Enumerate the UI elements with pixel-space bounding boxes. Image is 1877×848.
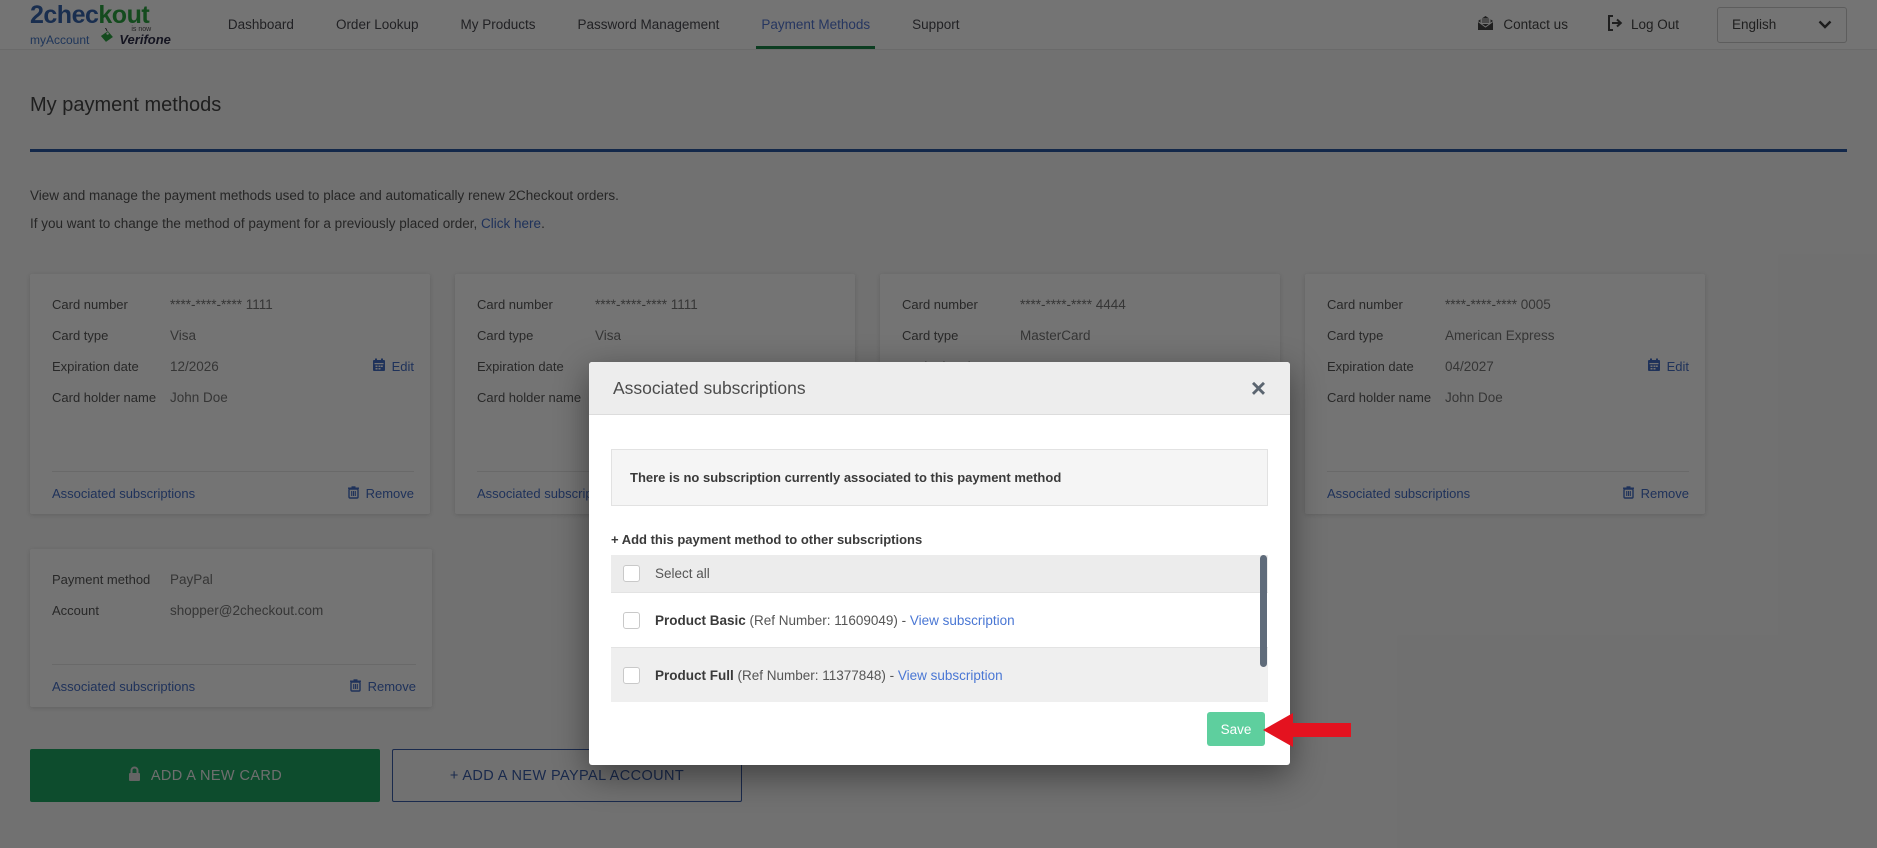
subscription-name: Product Full — [655, 667, 734, 683]
subscription-checkbox[interactable] — [623, 666, 640, 684]
view-subscription-link[interactable]: View subscription — [910, 613, 1015, 628]
payment-methods-page: 2checkout myAccount is now Verifone Dash… — [0, 0, 1877, 848]
close-icon[interactable]: × — [1251, 375, 1266, 401]
no-subscription-message: There is no subscription currently assoc… — [611, 449, 1268, 506]
subscription-ref: (Ref Number: 11609049) - — [745, 612, 910, 628]
subscription-row-product-basic: Product Basic (Ref Number: 11609049) - V… — [611, 592, 1268, 647]
subscription-row-product-full: Product Full (Ref Number: 11377848) - Vi… — [611, 647, 1268, 702]
subscription-checkbox[interactable] — [623, 611, 640, 629]
select-all-label: Select all — [655, 566, 710, 581]
add-to-subscriptions-note: + Add this payment method to other subsc… — [611, 532, 923, 547]
save-button[interactable]: Save — [1207, 712, 1265, 746]
subscription-name: Product Basic — [655, 612, 746, 628]
list-scrollbar-thumb[interactable] — [1260, 555, 1267, 667]
red-arrow-annotation — [1263, 711, 1351, 754]
select-all-checkbox[interactable] — [623, 565, 640, 582]
select-all-row: Select all — [611, 555, 1268, 592]
subscription-ref: (Ref Number: 11377848) - — [733, 667, 898, 683]
modal-title: Associated subscriptions — [613, 377, 806, 398]
associated-subscriptions-modal: Associated subscriptions × There is no s… — [589, 362, 1290, 765]
view-subscription-link[interactable]: View subscription — [898, 668, 1003, 683]
subscriptions-list: Select all Product Basic (Ref Number: 11… — [611, 555, 1268, 702]
